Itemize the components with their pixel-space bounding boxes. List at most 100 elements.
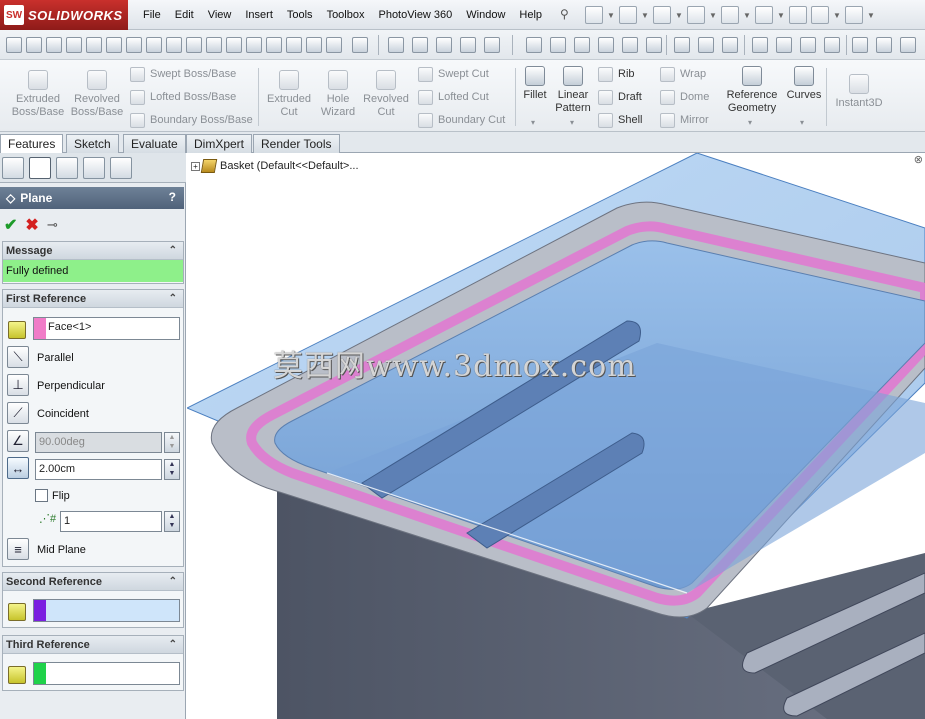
line-icon[interactable] xyxy=(26,37,42,53)
hole-wizard-button[interactable]: Hole Wizard xyxy=(316,66,360,119)
collapse-chevron-icon[interactable]: ⌃ xyxy=(169,242,177,260)
distance-input[interactable]: 2.00cm xyxy=(35,459,162,480)
fence-icon[interactable] xyxy=(622,37,638,53)
revolved-cut-button[interactable]: Revolved Cut xyxy=(360,66,412,119)
angle-spinner-icon[interactable]: ▲ ▼ xyxy=(164,432,180,453)
message-header[interactable]: Message ⌃ xyxy=(3,242,183,260)
instant3d-button[interactable]: Instant3D xyxy=(830,70,888,110)
swept-cut-button[interactable]: Swept Cut xyxy=(418,64,489,84)
gauge-icon[interactable] xyxy=(106,37,122,53)
mirror-button[interactable]: Mirror xyxy=(660,110,709,130)
help-icon[interactable]: ? xyxy=(169,190,176,204)
section-view-icon[interactable] xyxy=(752,37,768,53)
interference-icon[interactable] xyxy=(166,37,182,53)
property-manager-icon[interactable] xyxy=(29,157,51,179)
dimxpert-manager-icon[interactable] xyxy=(83,157,105,179)
feature-tree-root[interactable]: Basket (Default<<Default>... xyxy=(220,160,359,172)
graphics-area[interactable]: + Basket (Default<<Default>... ⊗ 莫西网www.… xyxy=(187,153,925,719)
tab-sketch[interactable]: Sketch xyxy=(66,134,119,153)
third-reference-header[interactable]: Third Reference ⌃ xyxy=(3,636,183,654)
check-icon[interactable] xyxy=(146,37,162,53)
viewport-options-icon[interactable]: ⊗ xyxy=(914,153,923,166)
menu-edit[interactable]: Edit xyxy=(168,9,201,21)
checkbox-tool-icon[interactable] xyxy=(186,37,202,53)
sum-icon[interactable] xyxy=(206,37,222,53)
mass-properties-icon[interactable] xyxy=(86,37,102,53)
count-spinner-icon[interactable]: ▲ ▼ xyxy=(164,511,180,532)
3d-model-view[interactable] xyxy=(187,153,925,719)
swept-boss-button[interactable]: Swept Boss/Base xyxy=(130,64,236,84)
sensor-icon[interactable] xyxy=(226,37,242,53)
collapse-chevron-icon[interactable]: ⌃ xyxy=(169,573,177,591)
draft-button[interactable]: Draft xyxy=(598,87,642,107)
draft-analysis-icon[interactable] xyxy=(436,37,452,53)
menu-file[interactable]: File xyxy=(136,9,168,21)
design-table-icon[interactable] xyxy=(352,37,368,53)
fillet-dropdown-icon[interactable]: ▾ xyxy=(531,118,535,127)
print-icon[interactable] xyxy=(687,6,705,24)
zoom-prev-icon[interactable] xyxy=(722,37,738,53)
dome-button[interactable]: Dome xyxy=(660,87,709,107)
display-style-icon[interactable] xyxy=(776,37,792,53)
measure-icon[interactable] xyxy=(66,37,82,53)
options-dropdown-icon[interactable]: ▼ xyxy=(867,6,875,24)
solidworks-logo[interactable]: SW SOLIDWORKS xyxy=(0,0,128,30)
appearance-icon[interactable] xyxy=(824,37,840,53)
extruded-cut-button[interactable]: Extruded Cut xyxy=(262,66,316,119)
flip-checkbox[interactable] xyxy=(35,489,48,502)
angle-icon[interactable]: ∠ xyxy=(7,430,29,452)
rib-button[interactable]: Rib xyxy=(598,64,635,84)
view-settings-icon[interactable] xyxy=(876,37,892,53)
menu-insert[interactable]: Insert xyxy=(238,9,280,21)
thickness-icon[interactable] xyxy=(484,37,500,53)
zoom-fit-icon[interactable] xyxy=(674,37,690,53)
options-icon[interactable] xyxy=(845,6,863,24)
deviation-icon[interactable] xyxy=(286,37,302,53)
ref-geom-dropdown-icon[interactable]: ▾ xyxy=(748,118,752,127)
mid-plane-icon[interactable]: ≡ xyxy=(7,538,29,560)
third-reference-selection-box[interactable] xyxy=(33,662,180,685)
reference-geometry-button[interactable]: Reference Geometry xyxy=(724,62,780,115)
feature-manager-icon[interactable] xyxy=(2,157,24,179)
save-dropdown-icon[interactable]: ▼ xyxy=(675,6,683,24)
view-orientation-icon[interactable] xyxy=(526,37,542,53)
lofted-boss-button[interactable]: Lofted Boss/Base xyxy=(130,87,236,107)
columns-icon[interactable] xyxy=(646,37,662,53)
expand-icon[interactable]: + xyxy=(191,161,200,171)
open-icon[interactable] xyxy=(619,6,637,24)
menu-tools[interactable]: Tools xyxy=(280,9,320,21)
pattern-dropdown-icon[interactable]: ▾ xyxy=(570,118,574,127)
distance-spinner-icon[interactable]: ▲ ▼ xyxy=(164,459,180,480)
angle-input[interactable]: 90.00deg xyxy=(35,432,162,453)
new-document-icon[interactable] xyxy=(585,6,603,24)
menu-help[interactable]: Help xyxy=(512,9,549,21)
file-properties-icon[interactable] xyxy=(811,6,829,24)
configuration-manager-icon[interactable] xyxy=(56,157,78,179)
collapse-chevron-icon[interactable]: ⌃ xyxy=(169,636,177,654)
first-reference-selection-box[interactable]: Face<1> xyxy=(33,317,180,340)
lights-icon[interactable] xyxy=(900,37,916,53)
hide-show-icon[interactable] xyxy=(800,37,816,53)
coincident-icon[interactable]: ⟋ xyxy=(7,402,29,424)
tab-features[interactable]: Features xyxy=(0,134,64,154)
curves-button[interactable]: Curves xyxy=(784,62,824,102)
copy-view-icon[interactable] xyxy=(574,37,590,53)
extruded-boss-button[interactable]: Extruded Boss/Base xyxy=(8,66,68,119)
spell-check-icon[interactable] xyxy=(6,37,22,53)
fillet-button[interactable]: Fillet xyxy=(518,62,552,102)
shell-button[interactable]: Shell xyxy=(598,110,642,130)
revolved-boss-button[interactable]: Revolved Boss/Base xyxy=(68,66,126,119)
parallel-icon[interactable]: ⟍ xyxy=(7,346,29,368)
properties-dropdown-icon[interactable]: ▼ xyxy=(833,6,841,24)
wrap-button[interactable]: Wrap xyxy=(660,64,706,84)
print-dropdown-icon[interactable]: ▼ xyxy=(709,6,717,24)
save-icon[interactable] xyxy=(653,6,671,24)
undo-icon[interactable] xyxy=(721,6,739,24)
curvature-icon[interactable] xyxy=(388,37,404,53)
scene-icon[interactable] xyxy=(852,37,868,53)
perpendicular-icon[interactable]: ⊥ xyxy=(7,374,29,396)
distance-icon[interactable]: ↔ xyxy=(7,457,29,479)
curves-dropdown-icon[interactable]: ▾ xyxy=(800,118,804,127)
import-diagnostics-icon[interactable] xyxy=(326,37,342,53)
boundary-cut-button[interactable]: Boundary Cut xyxy=(418,110,505,130)
